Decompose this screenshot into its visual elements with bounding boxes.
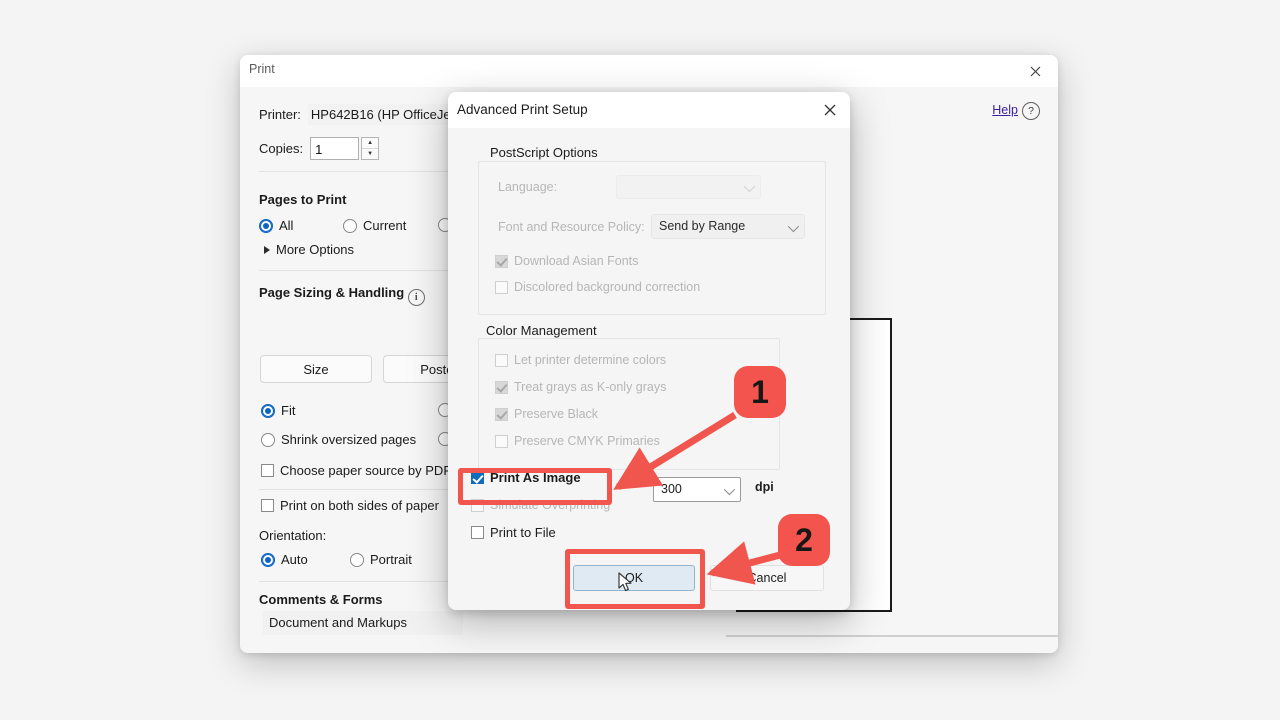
radio-fit[interactable]: Fit — [261, 403, 295, 418]
check-print-as-image-icon[interactable] — [471, 471, 484, 484]
check-preserve-cmyk-icon — [495, 434, 508, 448]
language-label: Language: — [498, 180, 558, 194]
check-let-printer-label: Let printer determine colors — [514, 353, 667, 367]
radio-current[interactable]: Current — [343, 218, 406, 233]
page-sizing-heading: Page Sizing & Handling i — [259, 285, 425, 306]
copies-label: Copies: — [259, 141, 304, 156]
font-policy-value: Send by Range — [659, 219, 746, 233]
check-treat-grays-label: Treat grays as K-only grays — [514, 380, 667, 394]
check-preserve-black-label: Preserve Black — [514, 407, 599, 421]
chevron-right-icon — [264, 245, 270, 254]
size-button[interactable]: Size — [260, 355, 372, 383]
check-both-sides-icon[interactable] — [261, 499, 274, 512]
radio-all-label: All — [279, 218, 294, 233]
check-discolored-background-label: Discolored background correction — [514, 280, 701, 294]
check-paper-source[interactable]: Choose paper source by PDF — [261, 463, 451, 478]
pages-to-print-heading: Pages to Print — [259, 192, 347, 207]
check-both-sides-label: Print on both sides of paper — [280, 498, 439, 513]
copies-input[interactable]: 1 — [310, 137, 360, 160]
page-sizing-text: Page Sizing & Handling — [259, 285, 405, 300]
radio-portrait-icon[interactable] — [350, 552, 364, 567]
print-dialog-title: Print — [249, 62, 275, 76]
radio-shrink-icon[interactable] — [261, 432, 275, 447]
language-select — [616, 175, 761, 199]
check-print-to-file[interactable]: Print to File — [471, 525, 556, 540]
check-download-asian-fonts-label: Download Asian Fonts — [514, 254, 639, 268]
check-treat-grays: Treat grays as K-only grays — [495, 380, 666, 394]
chevron-down-icon — [723, 483, 736, 495]
advanced-cancel-button[interactable]: Cancel — [710, 565, 824, 591]
callout-badge-2: 2 — [778, 514, 830, 566]
radio-shrink-label: Shrink oversized pages — [281, 432, 417, 447]
stepper-up-icon[interactable]: ▲ — [362, 138, 379, 149]
dpi-select[interactable]: 300 — [653, 477, 741, 502]
check-paper-source-icon[interactable] — [261, 464, 274, 477]
radio-shrink[interactable]: Shrink oversized pages — [261, 432, 416, 447]
more-options-toggle[interactable]: More Options — [264, 242, 354, 257]
check-preserve-black-icon — [495, 407, 508, 421]
info-icon[interactable]: i — [407, 289, 425, 306]
check-let-printer-determine-colors: Let printer determine colors — [495, 353, 666, 367]
dpi-value: 300 — [661, 482, 682, 496]
radio-fit-icon[interactable] — [261, 403, 275, 418]
radio-portrait-label: Portrait — [370, 552, 412, 567]
orientation-label: Orientation: — [259, 528, 327, 543]
check-discolored-background-icon — [495, 280, 508, 294]
screen: Print Printer: HP642B16 (HP OfficeJet Co… — [0, 0, 1280, 720]
radio-portrait[interactable]: Portrait — [350, 552, 412, 567]
check-discolored-background: Discolored background correction — [495, 280, 700, 294]
postscript-options-heading: PostScript Options — [486, 145, 602, 160]
check-treat-grays-icon — [495, 380, 508, 394]
check-download-asian-fonts-icon — [495, 254, 508, 268]
radio-auto[interactable]: Auto — [261, 552, 308, 567]
check-print-to-file-icon[interactable] — [471, 526, 484, 539]
help-icon[interactable]: ? — [1022, 102, 1040, 120]
callout-badge-1: 1 — [734, 366, 786, 418]
check-preserve-cmyk-label: Preserve CMYK Primaries — [514, 434, 660, 448]
check-preserve-black: Preserve Black — [495, 407, 598, 421]
radio-auto-label: Auto — [281, 552, 308, 567]
radio-current-icon[interactable] — [343, 218, 357, 233]
radio-fit-label: Fit — [281, 403, 296, 418]
comments-select[interactable]: Document and Markups — [263, 611, 463, 635]
copies-stepper[interactable]: ▲ ▼ — [361, 137, 380, 160]
dpi-unit-label: dpi — [755, 480, 774, 494]
close-icon[interactable] — [816, 98, 844, 122]
font-policy-label: Font and Resource Policy: — [498, 220, 645, 234]
check-let-printer-icon — [495, 353, 508, 367]
stepper-down-icon[interactable]: ▼ — [362, 149, 378, 159]
printer-label: Printer: — [259, 107, 301, 122]
radio-all-icon[interactable] — [259, 218, 273, 233]
check-preserve-cmyk: Preserve CMYK Primaries — [495, 434, 660, 448]
copies-row: Copies: 1 ▲ ▼ — [259, 137, 380, 160]
advanced-ok-button[interactable]: OK — [573, 565, 695, 591]
check-simulate-overprinting-label: Simulate Overprinting — [490, 498, 611, 512]
color-management-heading: Color Management — [482, 323, 601, 338]
preview-scrollbar[interactable] — [726, 635, 1058, 637]
chevron-down-icon — [743, 180, 756, 193]
check-download-asian-fonts: Download Asian Fonts — [495, 254, 638, 268]
help-link[interactable]: Help — [992, 103, 1018, 117]
comments-heading: Comments & Forms — [259, 592, 383, 607]
advanced-dialog-titlebar: Advanced Print Setup — [448, 92, 850, 128]
radio-current-label: Current — [363, 218, 407, 233]
chevron-down-icon — [787, 220, 800, 232]
radio-auto-icon[interactable] — [261, 552, 275, 567]
print-dialog-titlebar: Print — [240, 55, 1058, 88]
check-print-to-file-label: Print to File — [490, 525, 556, 540]
check-print-as-image[interactable]: Print As Image — [471, 470, 581, 485]
check-paper-source-label: Choose paper source by PDF — [280, 463, 452, 478]
check-print-as-image-label: Print As Image — [490, 470, 581, 485]
check-simulate-overprinting-icon — [471, 498, 484, 512]
more-options-label: More Options — [276, 242, 355, 257]
font-policy-select: Send by Range — [651, 214, 805, 239]
advanced-dialog-title: Advanced Print Setup — [457, 102, 588, 117]
check-both-sides[interactable]: Print on both sides of paper — [261, 498, 439, 513]
radio-all[interactable]: All — [259, 218, 293, 233]
close-icon[interactable] — [1020, 59, 1050, 83]
check-simulate-overprinting: Simulate Overprinting — [471, 498, 610, 512]
